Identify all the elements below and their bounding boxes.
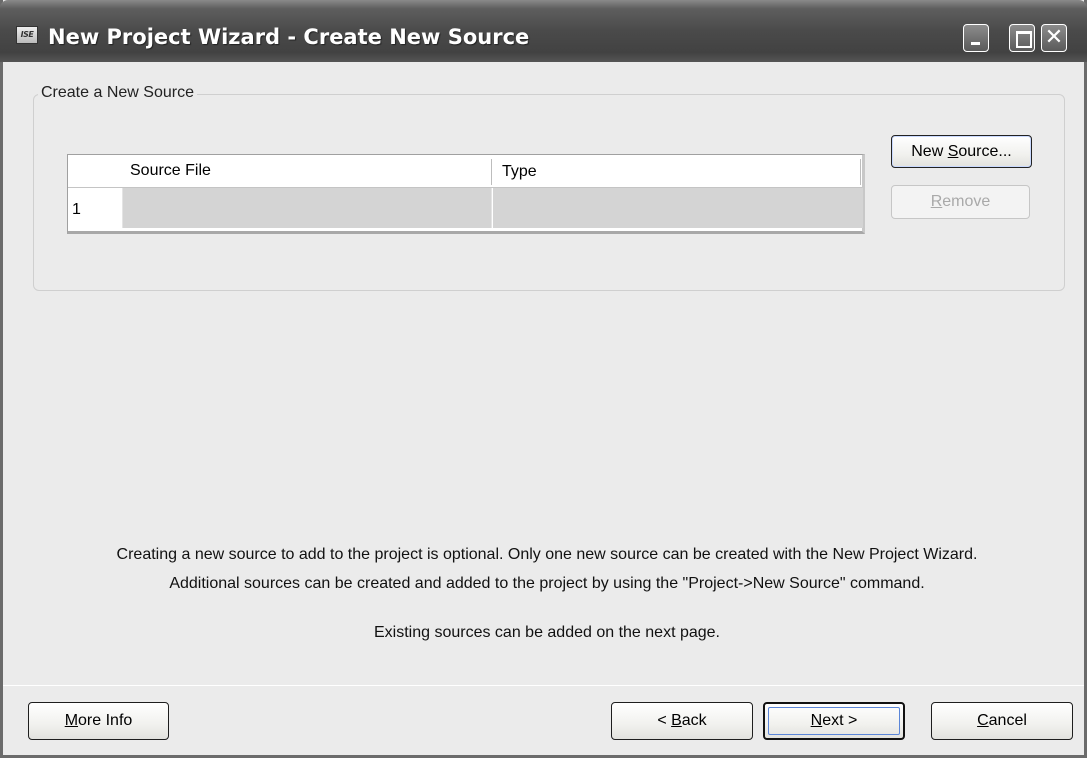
maximize-button[interactable] <box>1009 24 1035 52</box>
cancel-button[interactable]: Cancel <box>931 702 1073 740</box>
new-source-button[interactable]: New Source... <box>891 135 1032 168</box>
more-info-button[interactable]: More Info <box>28 702 169 740</box>
type-cell[interactable] <box>493 188 863 228</box>
footer-divider <box>3 685 1084 686</box>
column-header-type[interactable]: Type <box>502 163 537 181</box>
table-row[interactable]: 1 <box>68 188 863 228</box>
source-table[interactable]: Source File Type 1 <box>67 154 865 234</box>
wizard-window: ISE New Project Wizard - Create New Sour… <box>0 0 1087 758</box>
ise-app-icon: ISE <box>16 26 38 44</box>
next-button[interactable]: Next > <box>763 702 905 740</box>
group-legend: Create a New Source <box>38 84 197 102</box>
close-icon: ✕ <box>1044 25 1064 50</box>
minimize-button[interactable] <box>963 24 989 52</box>
button-label: Cancel <box>977 712 1027 729</box>
column-divider[interactable] <box>860 159 861 185</box>
row-number: 1 <box>68 188 122 228</box>
title-bar[interactable]: ISE New Project Wizard - Create New Sour… <box>0 0 1087 62</box>
button-label: New Source... <box>911 143 1012 160</box>
button-label: More Info <box>64 712 133 729</box>
source-file-cell[interactable] <box>122 188 492 228</box>
button-label: Next > <box>810 712 858 729</box>
table-header: Source File Type <box>68 155 862 188</box>
info-text-line-3: Existing sources can be added on the nex… <box>373 624 720 641</box>
button-label: < Back <box>657 712 707 729</box>
column-header-source-file[interactable]: Source File <box>130 162 211 180</box>
window-title: New Project Wizard - Create New Source <box>48 25 530 49</box>
close-button[interactable]: ✕ <box>1041 24 1067 52</box>
info-text-line-2: Additional sources can be created and ad… <box>169 575 925 592</box>
button-label: Remove <box>930 193 991 210</box>
info-text-line-1: Creating a new source to add to the proj… <box>116 546 978 563</box>
back-button[interactable]: < Back <box>611 702 753 740</box>
column-divider[interactable] <box>491 159 492 185</box>
remove-button[interactable]: Remove <box>891 185 1030 219</box>
